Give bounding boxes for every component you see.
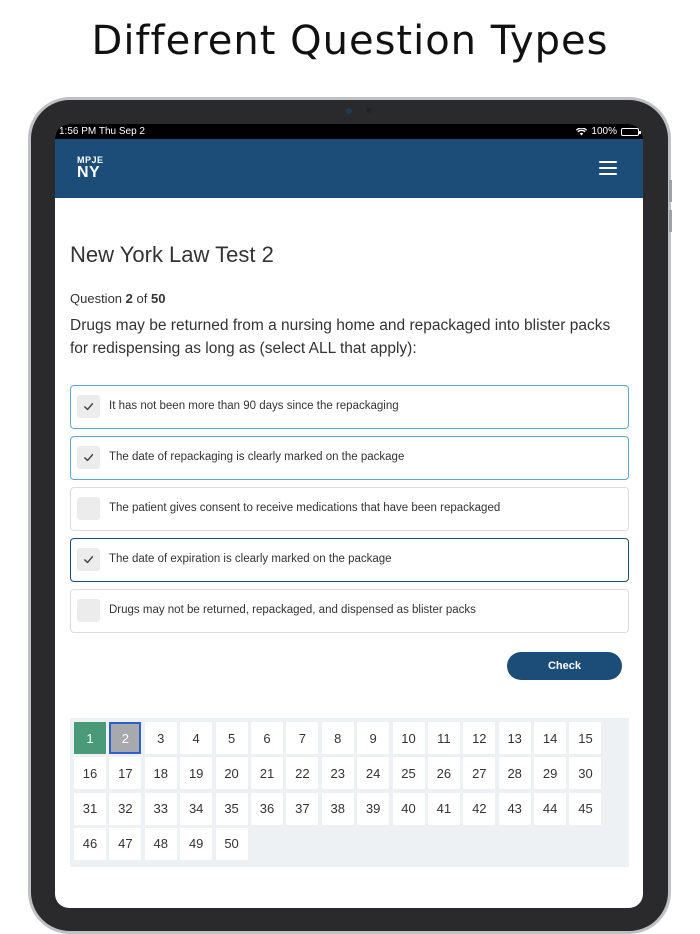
question-cell[interactable]: 35 [215,792,248,825]
option-label: The date of repackaging is clearly marke… [109,451,405,463]
option-label: The date of expiration is clearly marked… [109,553,392,565]
question-cell[interactable]: 3 [144,722,177,754]
question-cell[interactable]: 30 [569,757,602,790]
question-cell[interactable]: 29 [534,757,567,790]
answer-option[interactable]: The date of expiration is clearly marked… [70,538,629,582]
checkmark-icon [84,454,94,462]
question-cell[interactable]: 23 [321,757,354,790]
question-cell[interactable]: 15 [569,722,602,754]
question-cell[interactable]: 45 [569,792,602,825]
nav-bar: MPJE NY [55,139,643,198]
question-cell[interactable]: 50 [215,827,248,860]
question-cell[interactable]: 22 [286,757,319,790]
answer-options: It has not been more than 90 days since … [70,385,629,640]
question-cell[interactable]: 34 [180,792,213,825]
checkmark-icon [84,556,94,564]
answer-option[interactable]: The patient gives consent to receive med… [70,487,629,531]
checkmark-icon [84,403,94,411]
question-counter: Question 2 of 50 [70,291,166,306]
question-cell[interactable]: 11 [427,722,460,754]
question-cell[interactable]: 41 [427,792,460,825]
question-cell[interactable]: 28 [498,757,531,790]
sensor [366,108,371,113]
question-cell[interactable]: 2 [109,722,142,754]
option-label: The patient gives consent to receive med… [109,502,501,514]
volume-up-button [669,180,672,202]
status-time: 1:56 PM Thu Sep 2 [59,126,145,137]
volume-down-button [669,210,672,232]
option-label: Drugs may not be returned, repackaged, a… [109,604,476,616]
option-checkbox[interactable] [77,446,100,469]
question-cell[interactable]: 21 [250,757,283,790]
question-cell[interactable]: 20 [215,757,248,790]
question-cell[interactable]: 1 [74,722,106,754]
question-cell[interactable]: 40 [392,792,425,825]
question-cell[interactable]: 6 [250,722,283,754]
question-cell[interactable]: 31 [74,792,106,825]
question-cell[interactable]: 32 [109,792,142,825]
option-checkbox[interactable] [77,548,100,571]
question-cell[interactable]: 36 [250,792,283,825]
question-cell[interactable]: 4 [180,722,213,754]
question-cell[interactable]: 48 [144,827,177,860]
question-cell[interactable]: 18 [144,757,177,790]
question-cell[interactable]: 13 [498,722,531,754]
app-screen: 1:56 PM Thu Sep 2 100% MPJE NY New York … [55,124,643,908]
question-cell[interactable]: 17 [109,757,142,790]
hamburger-menu-icon[interactable] [599,161,617,175]
question-cell[interactable]: 42 [463,792,496,825]
answer-option[interactable]: Drugs may not be returned, repackaged, a… [70,589,629,633]
headline: Different Question Types [91,18,609,64]
check-button[interactable]: Check [507,652,622,680]
question-cell[interactable]: 33 [144,792,177,825]
question-cell[interactable]: 47 [109,827,142,860]
question-cell[interactable]: 39 [357,792,390,825]
answer-option[interactable]: The date of repackaging is clearly marke… [70,436,629,480]
question-cell[interactable]: 19 [180,757,213,790]
app-logo[interactable]: MPJE NY [77,156,104,181]
question-cell[interactable]: 12 [463,722,496,754]
question-cell[interactable]: 24 [357,757,390,790]
status-right: 100% [576,124,641,139]
option-checkbox[interactable] [77,395,100,418]
question-cell[interactable]: 49 [180,827,213,860]
option-checkbox[interactable] [77,599,100,622]
question-cell[interactable]: 7 [286,722,319,754]
question-cell[interactable]: 37 [286,792,319,825]
option-checkbox[interactable] [77,497,100,520]
wifi-icon [576,127,588,135]
question-cell[interactable]: 38 [321,792,354,825]
question-navigator: 1 2 3 4 5 6 7 8 9 10 11 12 13 14 15 16 17 18 19 20 21 22 23 24 2… [70,718,629,867]
logo-ny: NY [77,164,101,181]
question-cell[interactable]: 16 [74,757,106,790]
question-cell[interactable]: 10 [392,722,425,754]
front-camera [346,108,352,114]
question-cell[interactable]: 46 [74,827,106,860]
question-cell[interactable]: 5 [215,722,248,754]
battery-percent: 100% [591,126,617,137]
question-cell[interactable]: 27 [463,757,496,790]
question-cell[interactable]: 25 [392,757,425,790]
question-cell[interactable]: 8 [321,722,354,754]
question-cell[interactable]: 14 [534,722,567,754]
question-cell[interactable]: 44 [534,792,567,825]
question-text: Drugs may be returned from a nursing hom… [70,317,611,357]
question-cell[interactable]: 9 [357,722,390,754]
answer-option[interactable]: It has not been more than 90 days since … [70,385,629,429]
battery-icon [621,127,641,136]
page-title: New York Law Test 2 [70,242,274,267]
question-cell[interactable]: 26 [427,757,460,790]
status-bar: 1:56 PM Thu Sep 2 100% [55,124,643,139]
question-cell[interactable]: 43 [498,792,531,825]
option-label: It has not been more than 90 days since … [109,400,399,412]
